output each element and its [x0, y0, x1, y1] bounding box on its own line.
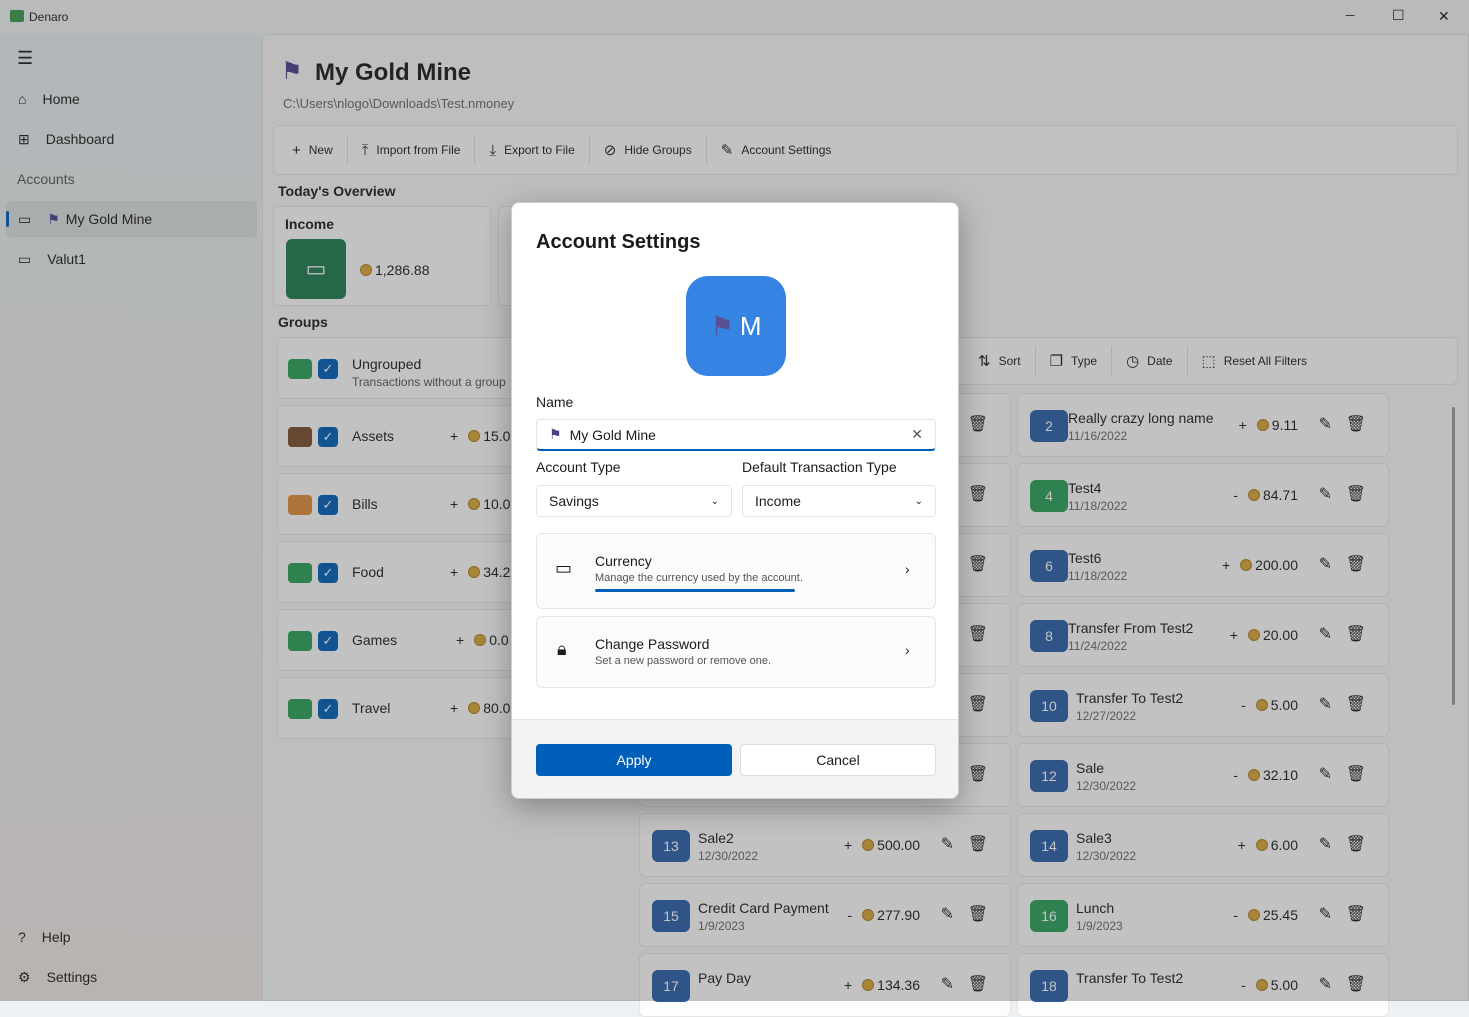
name-label: Name [536, 394, 574, 410]
credit-card-icon: ▭ [555, 558, 573, 578]
account-type-label: Account Type [536, 459, 621, 475]
chevron-right-icon: › [905, 561, 910, 577]
currency-title: Currency [595, 553, 652, 569]
flag-icon: ⚑ [549, 426, 562, 442]
default-type-label: Default Transaction Type [742, 459, 897, 475]
chevron-down-icon: ⌄ [710, 495, 719, 507]
apply-button[interactable]: Apply [536, 744, 732, 776]
default-type-select[interactable]: Income ⌄ [742, 485, 936, 517]
select-value: Savings [549, 493, 599, 509]
cancel-button[interactable]: Cancel [740, 744, 936, 776]
account-settings-dialog: Account Settings ⚑ M Name ⚑ My Gold Mine ✕… [511, 202, 959, 799]
progress-bar [595, 589, 795, 592]
name-input[interactable]: ⚑ My Gold Mine ✕ [536, 419, 936, 451]
lock-icon: 🔒︎ [557, 639, 567, 659]
account-type-select[interactable]: Savings ⌄ [536, 485, 732, 517]
password-desc: Set a new password or remove one. [595, 655, 772, 667]
chevron-down-icon: ⌄ [914, 495, 923, 507]
password-title: Change Password [595, 636, 710, 652]
clear-icon[interactable]: ✕ [911, 426, 923, 443]
currency-desc: Manage the currency used by the account. [595, 572, 803, 584]
account-avatar[interactable]: ⚑ M [686, 276, 786, 376]
flag-icon: ⚑ [710, 310, 734, 341]
dialog-title: Account Settings [536, 231, 701, 253]
chevron-right-icon: › [905, 642, 910, 658]
name-value: My Gold Mine [569, 426, 656, 443]
currency-row[interactable]: ▭ Currency Manage the currency used by t… [536, 533, 936, 609]
select-value: Income [755, 493, 801, 509]
change-password-row[interactable]: 🔒︎ Change Password Set a new password or… [536, 616, 936, 688]
avatar-letter: M [739, 310, 762, 341]
